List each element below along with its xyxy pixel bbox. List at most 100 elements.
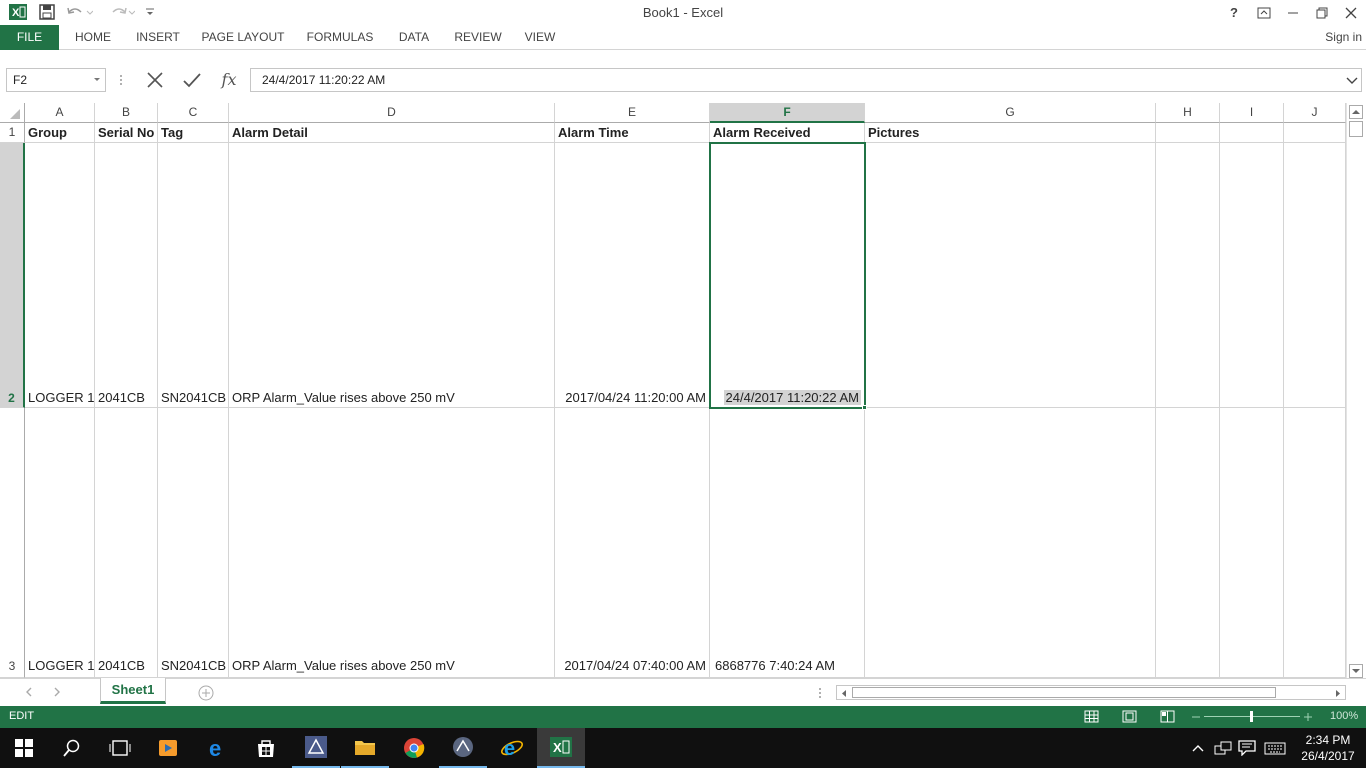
cell-a3[interactable]: LOGGER 1 — [25, 408, 95, 678]
tab-page-layout[interactable]: PAGE LAYOUT — [196, 25, 290, 50]
column-header-d[interactable]: D — [229, 103, 555, 123]
cell-d1[interactable]: Alarm Detail — [229, 123, 555, 143]
media-player-icon[interactable] — [144, 728, 192, 768]
scroll-up-icon[interactable] — [1349, 105, 1363, 119]
cell-e1[interactable]: Alarm Time — [555, 123, 710, 143]
cell-j3[interactable] — [1284, 408, 1346, 678]
cell-d3[interactable]: ORP Alarm_Value rises above 250 mV — [229, 408, 555, 678]
cell-f1[interactable]: Alarm Received — [710, 123, 865, 143]
cell-i1[interactable] — [1220, 123, 1284, 143]
worksheet-grid[interactable]: A B C D E F G H I J 1 2 3 Group Serial N… — [0, 103, 1346, 678]
cell-a1[interactable]: Group — [25, 123, 95, 143]
chevron-down-icon[interactable] — [93, 69, 101, 98]
horizontal-scrollbar[interactable] — [836, 685, 1346, 700]
restore-icon[interactable] — [1308, 0, 1336, 25]
cell-i3[interactable] — [1220, 408, 1284, 678]
select-all-corner[interactable] — [0, 103, 25, 123]
close-icon[interactable] — [1337, 0, 1365, 25]
column-header-g[interactable]: G — [865, 103, 1156, 123]
system-clock[interactable]: 2:34 PM 26/4/2017 — [1296, 732, 1360, 764]
edge-browser-icon[interactable]: e — [194, 728, 242, 768]
formula-input[interactable]: 24/4/2017 11:20:22 AM — [250, 68, 1362, 92]
cell-g3[interactable] — [865, 408, 1156, 678]
cell-d2[interactable]: ORP Alarm_Value rises above 250 mV — [229, 143, 555, 408]
sheet-scroll-left-icon[interactable] — [22, 685, 36, 699]
cell-i2[interactable] — [1220, 143, 1284, 408]
cell-a2[interactable]: LOGGER 1 — [25, 143, 95, 408]
cell-h2[interactable] — [1156, 143, 1220, 408]
keyboard-icon[interactable] — [1264, 740, 1286, 756]
cell-b1[interactable]: Serial No — [95, 123, 158, 143]
column-header-j[interactable]: J — [1284, 103, 1346, 123]
tab-home[interactable]: HOME — [64, 25, 122, 50]
tab-view[interactable]: VIEW — [518, 25, 562, 50]
cell-g1[interactable]: Pictures — [865, 123, 1156, 143]
cell-c2[interactable]: SN2041CB — [158, 143, 229, 408]
vertical-scroll-thumb[interactable] — [1349, 121, 1363, 137]
network-icon[interactable] — [1214, 740, 1232, 756]
app-logger-icon[interactable] — [292, 728, 340, 768]
cell-e2[interactable]: 2017/04/24 11:20:00 AM — [555, 143, 710, 408]
row-header-2[interactable]: 2 — [0, 143, 25, 408]
scroll-left-icon[interactable] — [838, 687, 850, 698]
cell-e3[interactable]: 2017/04/24 07:40:00 AM — [555, 408, 710, 678]
ribbon-display-options-icon[interactable] — [1250, 0, 1278, 25]
excel-taskbar-icon[interactable]: X — [537, 728, 585, 768]
page-break-preview-icon[interactable] — [1160, 709, 1176, 725]
cell-j2[interactable] — [1284, 143, 1346, 408]
scroll-right-icon[interactable] — [1332, 687, 1344, 698]
cell-h3[interactable] — [1156, 408, 1220, 678]
vertical-scrollbar[interactable] — [1346, 103, 1366, 678]
cell-g2[interactable] — [865, 143, 1156, 408]
row-header-1[interactable]: 1 — [0, 123, 25, 143]
cell-c1[interactable]: Tag — [158, 123, 229, 143]
cancel-entry-icon[interactable] — [144, 70, 166, 90]
row-header-3[interactable]: 3 — [0, 408, 25, 678]
cell-b3[interactable]: 2041CB — [95, 408, 158, 678]
cell-f3[interactable]: 6868776 7:40:24 AM — [710, 408, 865, 678]
cell-b2[interactable]: 2041CB — [95, 143, 158, 408]
minimize-icon[interactable] — [1279, 0, 1307, 25]
column-header-c[interactable]: C — [158, 103, 229, 123]
start-icon[interactable] — [0, 728, 48, 768]
tab-review[interactable]: REVIEW — [448, 25, 508, 50]
internet-explorer-icon[interactable]: e — [488, 728, 536, 768]
expand-formula-bar-icon[interactable] — [1345, 69, 1359, 98]
tab-insert[interactable]: INSERT — [130, 25, 186, 50]
insert-function-icon[interactable]: fx — [217, 68, 241, 92]
split-handle[interactable] — [816, 685, 824, 701]
formula-bar-resize-handle[interactable] — [118, 72, 124, 88]
horizontal-scroll-thumb[interactable] — [852, 687, 1276, 698]
column-header-i[interactable]: I — [1220, 103, 1284, 123]
show-hidden-icons-icon[interactable] — [1190, 740, 1206, 756]
tab-data[interactable]: DATA — [390, 25, 438, 50]
task-view-icon[interactable] — [96, 728, 144, 768]
cell-c3[interactable]: SN2041CB — [158, 408, 229, 678]
help-button[interactable]: ? — [1220, 0, 1248, 25]
normal-view-icon[interactable] — [1084, 709, 1100, 725]
sheet-tab-sheet1[interactable]: Sheet1 — [100, 678, 166, 704]
column-header-b[interactable]: B — [95, 103, 158, 123]
tab-formulas[interactable]: FORMULAS — [300, 25, 380, 50]
chrome-icon[interactable] — [390, 728, 438, 768]
column-header-h[interactable]: H — [1156, 103, 1220, 123]
name-box[interactable]: F2 — [6, 68, 106, 92]
zoom-in-icon[interactable] — [1302, 709, 1314, 725]
cell-h1[interactable] — [1156, 123, 1220, 143]
app-monitor-icon[interactable] — [439, 728, 487, 768]
tab-file[interactable]: FILE — [0, 25, 59, 50]
column-header-e[interactable]: E — [555, 103, 710, 123]
sheet-scroll-right-icon[interactable] — [50, 685, 64, 699]
scroll-down-icon[interactable] — [1349, 664, 1363, 678]
cell-j1[interactable] — [1284, 123, 1346, 143]
zoom-slider-thumb[interactable] — [1250, 711, 1253, 722]
column-header-a[interactable]: A — [25, 103, 95, 123]
new-sheet-icon[interactable] — [197, 684, 215, 702]
enter-check-icon[interactable] — [181, 70, 203, 90]
zoom-level[interactable]: 100% — [1330, 710, 1358, 722]
column-header-f[interactable]: F — [710, 103, 865, 123]
search-icon[interactable] — [48, 728, 96, 768]
file-explorer-icon[interactable] — [341, 728, 389, 768]
cell-f2[interactable]: 24/4/2017 11:20:22 AM — [710, 143, 865, 408]
notifications-icon[interactable] — [1238, 740, 1256, 757]
